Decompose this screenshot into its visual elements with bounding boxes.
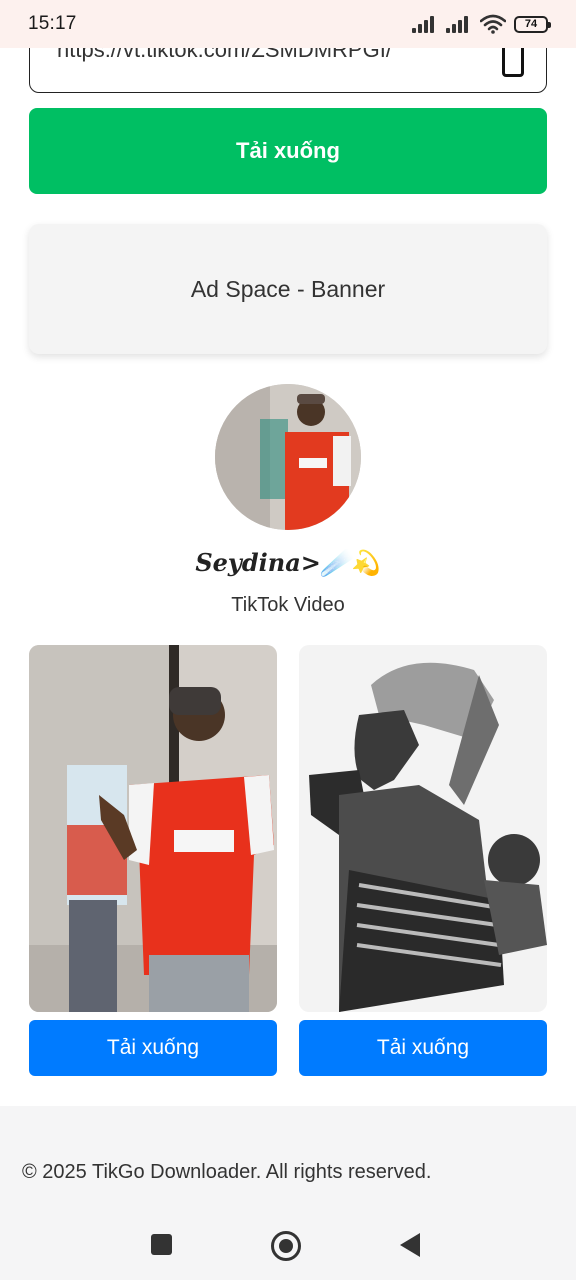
home-icon[interactable] [271,1231,301,1261]
back-icon[interactable] [400,1233,420,1257]
video-subtitle: TikTok Video [231,594,345,616]
page: https://vt.tiktok.com/ZSMDMRPGI/ 15:17 7… [0,0,576,1280]
signal-icon [412,15,438,33]
status-time: 15:17 [28,13,77,34]
paste-icon[interactable] [502,43,524,77]
download-button[interactable]: Tải xuống [29,1020,277,1076]
recents-icon[interactable] [151,1234,172,1255]
username: 𝑺𝒆𝒚𝒅𝒊𝒏𝒂>☄️💫 [195,548,381,577]
wifi-icon [480,14,506,34]
signal-icon [446,15,472,33]
avatar [215,384,361,530]
download-button[interactable]: Tải xuống [299,1020,547,1076]
status-bar: 15:17 74 [0,0,576,48]
status-icons: 74 [412,14,551,34]
system-nav-bar [0,1214,576,1280]
media-thumbnail[interactable] [299,645,547,1012]
download-button[interactable]: Tải xuống [29,108,547,194]
copyright-text: © 2025 TikGo Downloader. All rights rese… [22,1161,432,1183]
ad-banner[interactable]: Ad Space - Banner [29,224,547,354]
battery-icon: 74 [514,15,551,33]
media-thumbnail[interactable] [29,645,277,1012]
